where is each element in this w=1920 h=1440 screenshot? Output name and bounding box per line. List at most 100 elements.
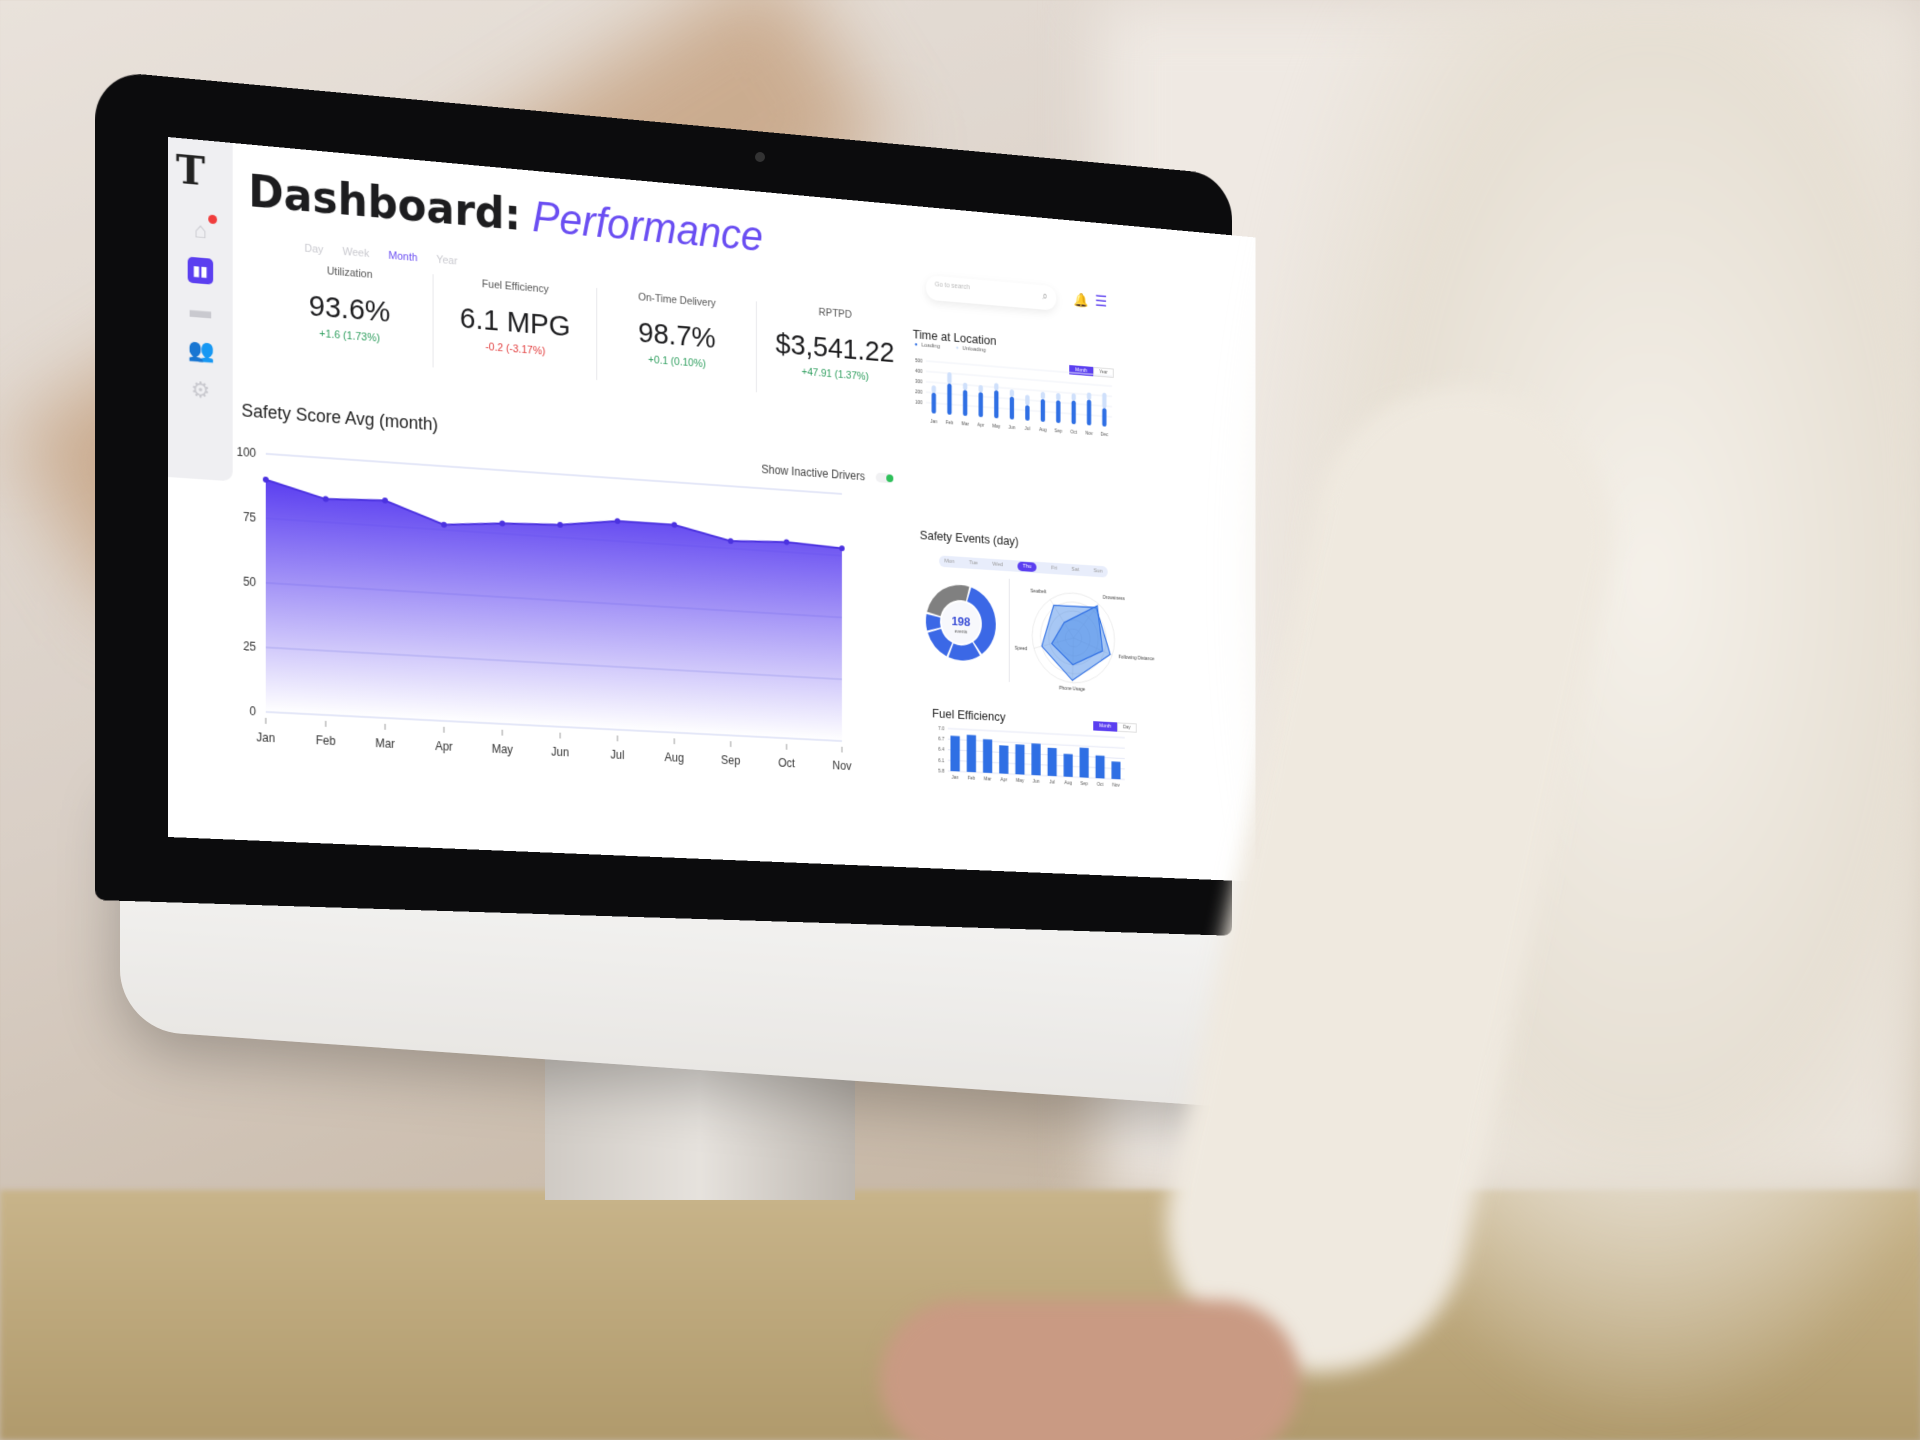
menu-icon[interactable]: ☰ [1095, 292, 1107, 312]
bar-loading[interactable] [947, 383, 951, 414]
day-wed[interactable]: Wed [992, 562, 1003, 568]
bar-unloading[interactable] [994, 383, 998, 391]
donut-segment[interactable] [926, 614, 941, 631]
bar-loading[interactable] [1102, 408, 1106, 427]
sidebar-item-analytics[interactable]: ▮▮ [188, 257, 213, 285]
x-tick-label: Sep [1054, 428, 1062, 434]
fuel-bar[interactable] [999, 745, 1008, 774]
dashboard-screen: T ⌂ ▮▮ ▬ 👥 ⚙ Dashboard: Performance Day Week Mo… [168, 137, 1255, 882]
fuel-bar[interactable] [1015, 744, 1024, 774]
fuel-bar[interactable] [1031, 743, 1040, 775]
y-tick-label: 50 [243, 574, 256, 589]
bar-loading[interactable] [1072, 400, 1076, 424]
logo: T [176, 146, 205, 196]
bar-loading[interactable] [1056, 400, 1060, 423]
bar-unloading[interactable] [979, 385, 983, 393]
x-tick-label: Aug [1064, 780, 1072, 786]
y-tick-label: 400 [915, 369, 923, 375]
fuel-bar[interactable] [1080, 748, 1089, 778]
bar-unloading[interactable] [947, 372, 951, 384]
bar-unloading[interactable] [963, 383, 967, 391]
search-icon[interactable]: ⌕ [1042, 291, 1047, 305]
bar-unloading[interactable] [1102, 393, 1106, 409]
day-sat[interactable]: Sat [1071, 567, 1079, 573]
x-tick-label: Oct [1070, 430, 1077, 436]
radar-axis-label: Drowsiness [1103, 595, 1125, 602]
x-tick-label: Jul [1049, 780, 1055, 786]
y-tick-label: 75 [243, 510, 256, 525]
period-tabs: Day Week Month Year [304, 243, 457, 268]
fuel-efficiency-title: Fuel Efficiency [932, 706, 1006, 724]
person-hand [880, 1300, 1300, 1440]
y-tick-label: 100 [915, 400, 923, 406]
kpi-label: Fuel Efficiency [434, 274, 597, 299]
search-input[interactable]: Go to search ⌕ [926, 275, 1056, 311]
bar-loading[interactable] [1041, 399, 1045, 422]
kpi-card: Utilization 93.6% +1.6 (1.73%) [266, 260, 434, 367]
y-tick-label: 0 [250, 704, 257, 718]
sidebar-item-messages[interactable]: ▬ [188, 297, 213, 325]
kpi-label: On-Time Delivery [597, 288, 756, 313]
x-tick-label: Aug [665, 750, 684, 765]
bell-icon[interactable]: 🔔 [1074, 292, 1089, 309]
y-tick-label: 500 [915, 358, 923, 364]
day-tue[interactable]: Tue [969, 560, 978, 566]
x-tick-label: Jun [551, 745, 569, 760]
x-tick-label: Feb [946, 420, 954, 426]
bar-unloading[interactable] [1025, 395, 1029, 406]
x-tick-label: Jun [1033, 779, 1040, 785]
fuel-efficiency-chart: 5.86.16.46.77.0Jan Feb Mar Apr May Jun Jul Aug S… [930, 722, 1129, 797]
gear-icon: ⚙ [191, 377, 210, 403]
sidebar-item-home[interactable]: ⌂ [188, 217, 213, 245]
bar-loading[interactable] [979, 392, 983, 417]
users-icon: 👥 [188, 337, 215, 364]
fuel-bar[interactable] [950, 736, 959, 772]
fuel-bar[interactable] [1096, 755, 1105, 778]
bar-loading[interactable] [1010, 397, 1014, 420]
kpi-card: RPTPD $3,541.22 +47.91 (1.37%) [757, 301, 913, 404]
fuel-bar[interactable] [983, 739, 992, 773]
tab-month[interactable]: Month [388, 250, 417, 264]
day-mon[interactable]: Mon [944, 559, 954, 565]
time-at-location-chart: 100 200 300 400 500 Jan Feb Mar Apr May Jun Jul Aug S… [908, 352, 1116, 443]
sidebar-item-settings[interactable]: ⚙ [188, 376, 213, 404]
x-tick-label: Oct [1097, 782, 1104, 788]
bar-loading[interactable] [932, 393, 936, 414]
fuel-bar[interactable] [1048, 748, 1057, 777]
title-main: Dashboard: [248, 166, 521, 240]
bar-unloading[interactable] [1087, 392, 1091, 400]
sidebar-item-users[interactable]: 👥 [188, 337, 213, 365]
bar-unloading[interactable] [932, 385, 936, 393]
safety-score-title: Safety Score Avg (month) [241, 400, 438, 435]
x-tick-label: Feb [316, 733, 336, 748]
bar-unloading[interactable] [1056, 393, 1060, 401]
kpi-card: On-Time Delivery 98.7% +0.1 (0.10%) [597, 288, 757, 392]
notification-badge [208, 215, 217, 225]
kpi-label: RPTPD [757, 301, 913, 325]
bar-loading[interactable] [994, 390, 998, 418]
data-point[interactable] [263, 476, 269, 482]
x-tick-label: Jan [930, 419, 937, 425]
bar-unloading[interactable] [1010, 389, 1014, 397]
fuel-bar[interactable] [1111, 761, 1120, 779]
bar-loading[interactable] [1087, 400, 1091, 426]
day-thu[interactable]: Thu [1017, 561, 1036, 572]
day-selector: Mon Tue Wed Thu Fri Sat Sun [939, 555, 1108, 577]
bar-unloading[interactable] [1041, 392, 1045, 400]
day-fri[interactable]: Fri [1051, 566, 1057, 572]
x-tick-label: Jul [610, 748, 624, 762]
bar-loading[interactable] [1025, 405, 1029, 421]
tab-year[interactable]: Year [436, 254, 457, 268]
bar-loading[interactable] [963, 390, 967, 416]
bar-unloading[interactable] [1072, 393, 1076, 401]
tab-week[interactable]: Week [343, 246, 370, 260]
x-tick-label: Nov [1112, 783, 1120, 789]
tab-day[interactable]: Day [304, 243, 323, 256]
kpi-label: Utilization [266, 260, 433, 286]
day-sun[interactable]: Sun [1093, 568, 1102, 574]
x-tick-label: Dec [1101, 432, 1109, 438]
x-tick-label: Apr [435, 739, 453, 754]
fuel-bar[interactable] [967, 735, 976, 773]
fuel-bar[interactable] [1064, 754, 1073, 777]
y-tick-label: 300 [915, 379, 923, 385]
